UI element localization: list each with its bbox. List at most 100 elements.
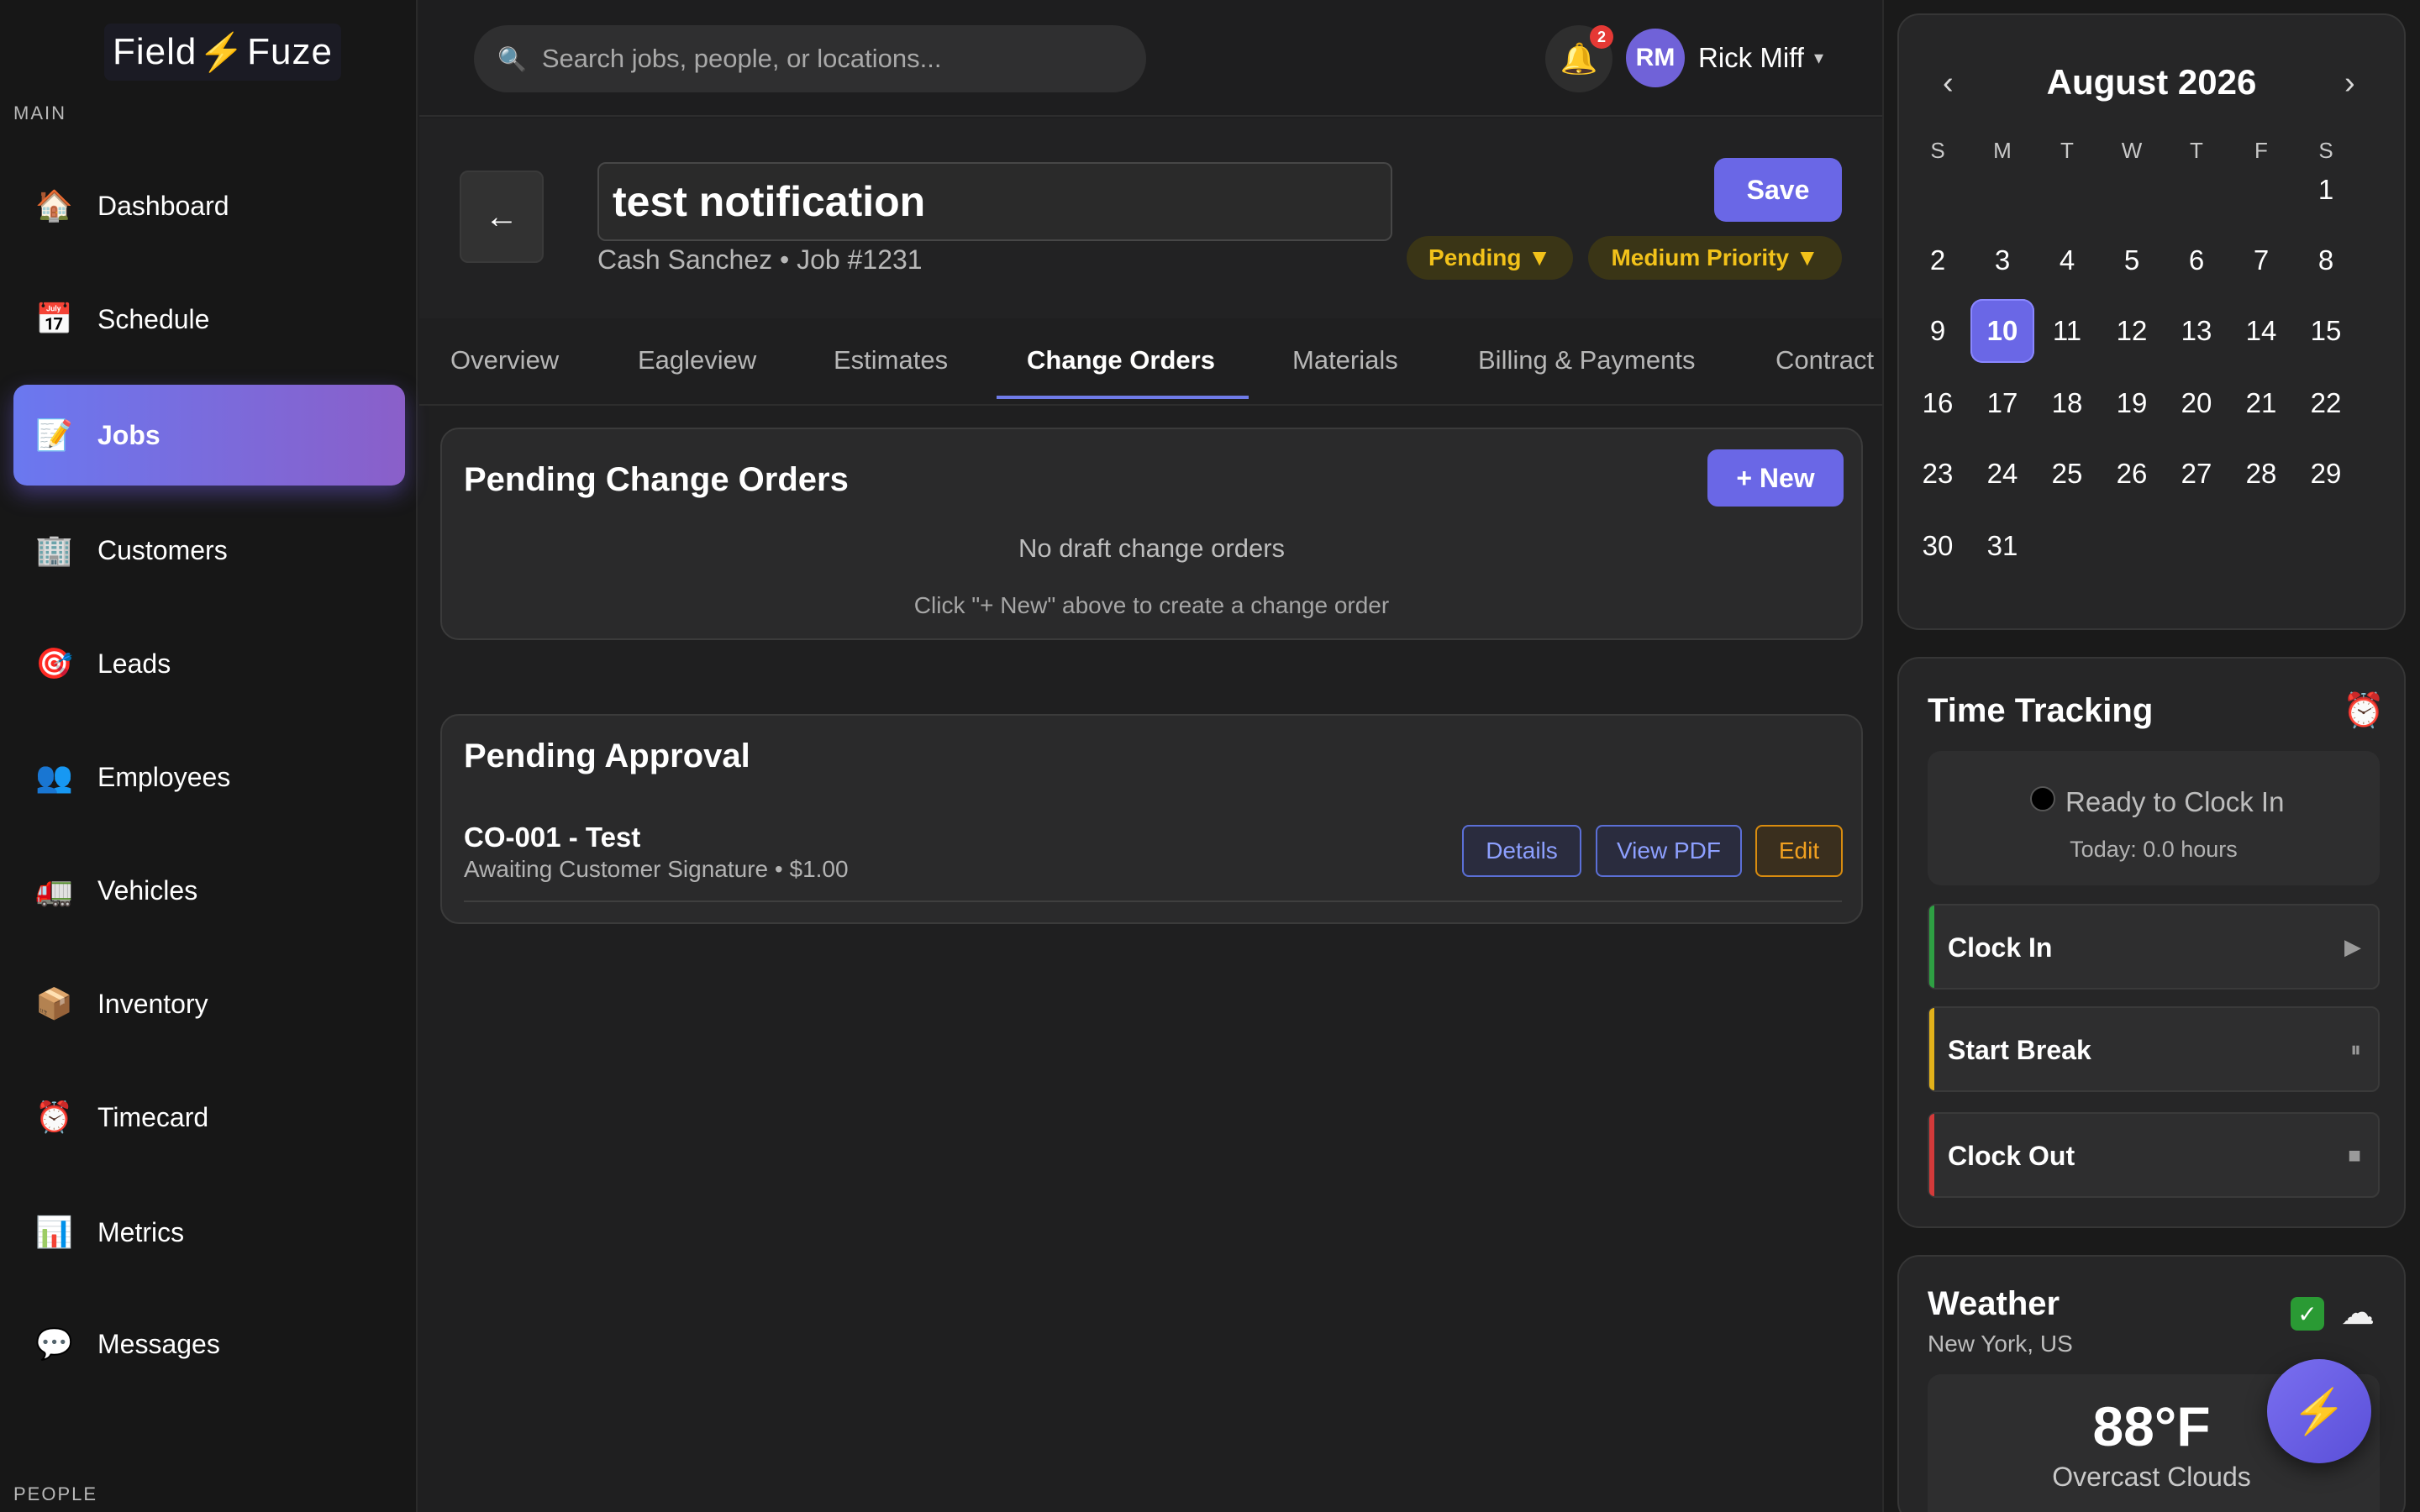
subtitle-separator: • <box>780 244 790 275</box>
calendar-month-title: August 2026 <box>2046 62 2257 102</box>
user-avatar[interactable]: RM <box>1626 29 1685 87</box>
today-hours: Today: 0.0 hours <box>2070 837 2238 862</box>
status-dropdown[interactable]: Pending ▼ <box>1407 236 1573 280</box>
notification-count-badge: 2 <box>1590 25 1613 49</box>
calendar-day[interactable]: 23 <box>1906 442 1970 506</box>
calendar-day[interactable]: 22 <box>2294 371 2358 435</box>
building-icon: 🏢 <box>35 533 73 567</box>
calendar-day[interactable]: 5 <box>2100 228 2164 292</box>
weather-condition: Overcast Clouds <box>2052 1462 2251 1492</box>
user-name[interactable]: Rick Miff <box>1698 42 1804 74</box>
tab-contract[interactable]: Contract <box>1776 345 1874 375</box>
bell-icon: 🔔 <box>1560 41 1598 76</box>
calendar-day[interactable]: 15 <box>2294 299 2358 363</box>
tab-change-orders[interactable]: Change Orders <box>1027 345 1215 375</box>
tab-billing-payments[interactable]: Billing & Payments <box>1478 345 1695 375</box>
sidebar-item-schedule[interactable]: 📅 Schedule <box>13 269 405 370</box>
calendar-day[interactable]: 6 <box>2165 228 2228 292</box>
new-change-order-button[interactable]: + New <box>1707 449 1844 507</box>
tab-estimates[interactable]: Estimates <box>834 345 948 375</box>
calendar-day[interactable]: 13 <box>2165 299 2228 363</box>
tab-overview[interactable]: Overview <box>450 345 559 375</box>
truck-icon: 🚛 <box>35 873 73 907</box>
sidebar-item-dashboard[interactable]: 🏠 Dashboard <box>13 155 405 256</box>
sidebar-item-messages[interactable]: 💬 Messages <box>13 1294 405 1394</box>
calendar-day[interactable]: 11 <box>2035 299 2099 363</box>
sidebar-item-vehicles[interactable]: 🚛 Vehicles <box>13 840 405 941</box>
status-indicator-dot <box>2030 786 2055 811</box>
job-tabs: Overview Eagleview Estimates Change Orde… <box>419 320 1882 406</box>
calendar-day[interactable]: 26 <box>2100 442 2164 506</box>
calendar-day[interactable]: 17 <box>1970 371 2034 435</box>
sidebar-item-inventory[interactable]: 📦 Inventory <box>13 953 405 1054</box>
calendar-day[interactable]: 20 <box>2165 371 2228 435</box>
calendar-day[interactable]: 16 <box>1906 371 1970 435</box>
empty-state-title: No draft change orders <box>1018 533 1286 563</box>
calendar-day[interactable]: 30 <box>1906 514 1970 578</box>
sidebar-item-customers[interactable]: 🏢 Customers <box>13 500 405 601</box>
calendar-day[interactable]: 7 <box>2229 228 2293 292</box>
tab-materials[interactable]: Materials <box>1292 345 1398 375</box>
calendar-day[interactable]: 1 <box>2294 158 2358 222</box>
sidebar-item-label: Dashboard <box>97 190 229 221</box>
sidebar-item-label: Metrics <box>97 1216 185 1247</box>
calendar-day[interactable]: 4 <box>2035 228 2099 292</box>
sidebar-item-label: Leads <box>97 648 171 679</box>
save-button[interactable]: Save <box>1714 158 1842 222</box>
user-menu-caret-icon[interactable]: ▾ <box>1814 47 1823 69</box>
edit-button[interactable]: Edit <box>1755 825 1843 877</box>
sidebar-item-label: Inventory <box>97 988 208 1019</box>
calendar-day[interactable]: 27 <box>2165 442 2228 506</box>
action-color-bar <box>1929 1008 1934 1090</box>
people-icon: 👥 <box>35 759 73 794</box>
job-title-input[interactable]: test notification <box>597 162 1392 241</box>
clock-in-button[interactable]: Clock In ▶ <box>1928 904 2380 990</box>
calendar-day[interactable]: 12 <box>2100 299 2164 363</box>
calendar-day[interactable]: 25 <box>2035 442 2099 506</box>
calendar-icon: 📅 <box>35 302 73 336</box>
calendar-day[interactable]: 28 <box>2229 442 2293 506</box>
details-button[interactable]: Details <box>1462 825 1581 877</box>
bar-chart-icon: 📊 <box>35 1215 73 1249</box>
sidebar-item-label: Customers <box>97 534 228 565</box>
back-button[interactable]: ← <box>460 171 544 263</box>
calendar-day-today[interactable]: 10 <box>1970 299 2034 363</box>
priority-dropdown[interactable]: Medium Priority ▼ <box>1588 236 1842 280</box>
time-tracking-widget: Time Tracking ⏰ Ready to Clock In Today:… <box>1897 657 2406 1228</box>
nav-section-people: PEOPLE <box>13 1483 98 1504</box>
calendar-day[interactable]: 31 <box>1970 514 2034 578</box>
calendar-day[interactable]: 18 <box>2035 371 2099 435</box>
calendar-day[interactable]: 24 <box>1970 442 2034 506</box>
search-input[interactable] <box>541 44 1130 74</box>
calendar-day[interactable]: 14 <box>2229 299 2293 363</box>
chevron-right-icon[interactable]: › <box>2344 66 2355 102</box>
sidebar-item-label: Vehicles <box>97 874 198 906</box>
calendar-day[interactable]: 8 <box>2294 228 2358 292</box>
brand-logo[interactable]: Field ⚡ Fuze <box>104 24 341 81</box>
calendar-day[interactable]: 2 <box>1906 228 1970 292</box>
action-color-bar <box>1929 1114 1934 1196</box>
calendar-day[interactable]: 21 <box>2229 371 2293 435</box>
chevron-left-icon[interactable]: ‹ <box>1943 66 1954 102</box>
check-icon: ✓ <box>2291 1297 2324 1331</box>
sidebar-item-metrics[interactable]: 📊 Metrics <box>13 1182 405 1283</box>
sidebar-item-jobs[interactable]: 📝 Jobs <box>13 385 405 486</box>
tab-eagleview[interactable]: Eagleview <box>638 345 756 375</box>
sidebar-item-label: Timecard <box>97 1101 209 1132</box>
sidebar-item-employees[interactable]: 👥 Employees <box>13 727 405 827</box>
start-break-button[interactable]: Start Break ⏸ <box>1928 1006 2380 1092</box>
empty-state-hint: Click "+ New" above to create a change o… <box>913 592 1390 618</box>
clock-out-button[interactable]: Clock Out ■ <box>1928 1112 2380 1198</box>
quick-action-button[interactable]: ⚡ <box>2267 1359 2371 1463</box>
calendar-day[interactable]: 3 <box>1970 228 2034 292</box>
search-bar[interactable]: 🔍 <box>474 25 1146 92</box>
calendar-day[interactable]: 29 <box>2294 442 2358 506</box>
brand-name-right: Fuze <box>247 31 333 72</box>
calendar-day[interactable]: 9 <box>1906 299 1970 363</box>
sidebar-item-leads[interactable]: 🎯 Leads <box>13 613 405 714</box>
calendar-day[interactable]: 19 <box>2100 371 2164 435</box>
customer-name: Cash Sanchez <box>597 244 773 275</box>
view-pdf-button[interactable]: View PDF <box>1596 825 1742 877</box>
sidebar-item-timecard[interactable]: ⏰ Timecard <box>13 1067 405 1168</box>
sidebar-item-label: Messages <box>97 1328 220 1359</box>
